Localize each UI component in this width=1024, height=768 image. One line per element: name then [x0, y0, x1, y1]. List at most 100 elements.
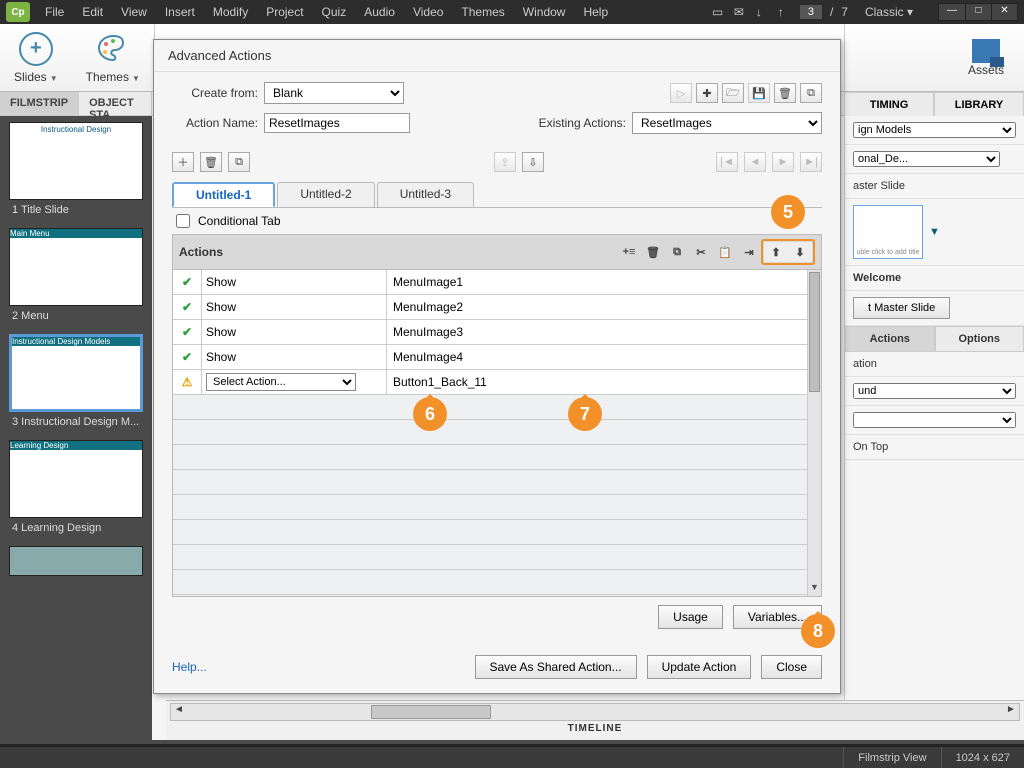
slide-thumb-1[interactable]: Instructional Design 1 Title Slide: [4, 122, 148, 216]
create-from-select[interactable]: Blank: [264, 82, 404, 104]
decision-tab-1[interactable]: Untitled-1: [172, 182, 275, 207]
app-logo: Cp: [6, 2, 30, 22]
export-icon[interactable]: ⇩: [522, 152, 544, 172]
check-icon: ✔: [182, 300, 192, 314]
usage-button[interactable]: Usage: [658, 605, 723, 629]
close-dialog-button[interactable]: Close: [761, 655, 822, 679]
plus-icon: +: [19, 32, 53, 66]
help-link[interactable]: Help...: [172, 660, 207, 674]
menu-window[interactable]: Window: [514, 5, 575, 19]
paste-row-icon[interactable]: 📋: [713, 242, 737, 262]
blank-select[interactable]: [853, 412, 1016, 428]
slide-thumb-4[interactable]: Learning Design 4 Learning Design: [4, 440, 148, 534]
menu-modify[interactable]: Modify: [204, 5, 257, 19]
callout-8: 8: [801, 614, 835, 648]
vertical-scrollbar[interactable]: ▲ ▼: [807, 270, 821, 596]
decision-tab-3[interactable]: Untitled-3: [377, 182, 474, 207]
menu-view[interactable]: View: [112, 5, 156, 19]
first-icon[interactable]: |◄: [716, 152, 738, 172]
page-total: 7: [841, 5, 848, 19]
tab-library[interactable]: LIBRARY: [934, 92, 1024, 118]
scroll-thumb[interactable]: [809, 272, 820, 392]
action-name-input[interactable]: [264, 113, 410, 133]
workspace-selector[interactable]: Classic ▾: [856, 5, 922, 19]
table-row[interactable]: ✔ Show MenuImage3: [173, 320, 807, 345]
slide-thumb-2[interactable]: Main Menu 2 Menu: [4, 228, 148, 322]
chevron-down-icon[interactable]: ▼: [929, 226, 940, 238]
folder-icon[interactable]: 🗁: [722, 83, 744, 103]
delete-row-icon[interactable]: 🗑: [641, 242, 665, 262]
last-icon[interactable]: ►|: [800, 152, 822, 172]
maximize-button[interactable]: □: [965, 4, 991, 20]
add-decision-icon[interactable]: ＋: [172, 152, 194, 172]
scroll-thumb[interactable]: [371, 705, 491, 719]
timeline-label[interactable]: TIMELINE: [166, 721, 1024, 736]
table-row[interactable]: ✔ Show MenuImage4: [173, 345, 807, 370]
copy-icon[interactable]: ⧉: [800, 83, 822, 103]
action-name-label: Action Name:: [172, 116, 258, 130]
mail-icon[interactable]: ✉: [734, 5, 748, 19]
add-icon[interactable]: ✚: [696, 83, 718, 103]
minimize-button[interactable]: —: [939, 4, 965, 20]
subtab-actions[interactable]: Actions: [845, 326, 935, 352]
page-current[interactable]: 3: [800, 5, 822, 19]
select-action-dropdown[interactable]: Select Action...: [206, 373, 356, 391]
scroll-left-icon[interactable]: ◄: [171, 704, 187, 720]
master-thumb[interactable]: uble click to add title: [853, 205, 923, 259]
menu-video[interactable]: Video: [404, 5, 452, 19]
tab-object-state[interactable]: OBJECT STA: [79, 92, 152, 115]
models-select[interactable]: ign Models: [853, 122, 1016, 138]
conditional-checkbox[interactable]: [176, 214, 190, 228]
slide-thumb-3[interactable]: Instructional Design Models 3 Instructio…: [4, 334, 148, 428]
arrow-down-icon[interactable]: ↓: [756, 5, 770, 19]
arrow-up-icon[interactable]: ↑: [778, 5, 792, 19]
duplicate-decision-icon[interactable]: ⧉: [228, 152, 250, 172]
conditional-label: Conditional Tab: [198, 214, 281, 228]
prev-icon[interactable]: ◄: [744, 152, 766, 172]
update-action-button[interactable]: Update Action: [647, 655, 752, 679]
menu-quiz[interactable]: Quiz: [313, 5, 356, 19]
reset-master-button[interactable]: t Master Slide: [853, 297, 950, 319]
preview-icon[interactable]: ▭: [712, 5, 726, 19]
add-row-icon[interactable]: +≡: [617, 242, 641, 262]
themes-tool[interactable]: Themes▼: [86, 32, 140, 84]
de-select[interactable]: onal_De...: [853, 151, 1000, 167]
menu-edit[interactable]: Edit: [73, 5, 112, 19]
tab-timing[interactable]: TIMING: [844, 92, 934, 118]
delete-decision-icon[interactable]: 🗑: [200, 152, 222, 172]
status-dims: 1024 x 627: [941, 747, 1024, 768]
scroll-down-icon[interactable]: ▼: [808, 582, 821, 596]
play-icon[interactable]: ▷: [670, 83, 692, 103]
save-icon[interactable]: 💾: [748, 83, 770, 103]
table-row[interactable]: ✔ Show MenuImage2: [173, 295, 807, 320]
table-row[interactable]: ✔ Show MenuImage1: [173, 270, 807, 295]
menu-insert[interactable]: Insert: [156, 5, 204, 19]
menu-project[interactable]: Project: [257, 5, 312, 19]
assets-tool[interactable]: Assets: [968, 39, 1004, 77]
copy-row-icon[interactable]: ⧉: [665, 242, 689, 262]
decision-tab-2[interactable]: Untitled-2: [277, 182, 374, 207]
import-icon[interactable]: ⇪: [494, 152, 516, 172]
table-row[interactable]: ⚠ Select Action... Button1_Back_11: [173, 370, 807, 395]
slide-thumb-5[interactable]: [4, 546, 148, 576]
scroll-right-icon[interactable]: ►: [1003, 704, 1019, 720]
trash-icon[interactable]: 🗑: [774, 83, 796, 103]
und-select[interactable]: und: [853, 383, 1016, 399]
move-up-icon[interactable]: ⬆: [764, 242, 788, 262]
move-down-icon[interactable]: ⬇: [788, 242, 812, 262]
existing-actions-select[interactable]: ResetImages: [632, 112, 822, 134]
menu-themes[interactable]: Themes: [452, 5, 513, 19]
menu-audio[interactable]: Audio: [355, 5, 404, 19]
callout-5: 5: [771, 195, 805, 229]
tab-filmstrip[interactable]: FILMSTRIP: [0, 92, 79, 115]
menu-help[interactable]: Help: [574, 5, 617, 19]
save-shared-button[interactable]: Save As Shared Action...: [475, 655, 637, 679]
close-button[interactable]: ✕: [991, 4, 1017, 20]
slides-tool[interactable]: + Slides▼: [14, 32, 58, 84]
insert-row-icon[interactable]: ⇥: [737, 242, 761, 262]
cut-row-icon[interactable]: ✂: [689, 242, 713, 262]
subtab-options[interactable]: Options: [935, 326, 1024, 352]
next-icon[interactable]: ►: [772, 152, 794, 172]
menu-file[interactable]: File: [36, 5, 73, 19]
horizontal-scrollbar[interactable]: ◄ ►: [170, 703, 1020, 721]
